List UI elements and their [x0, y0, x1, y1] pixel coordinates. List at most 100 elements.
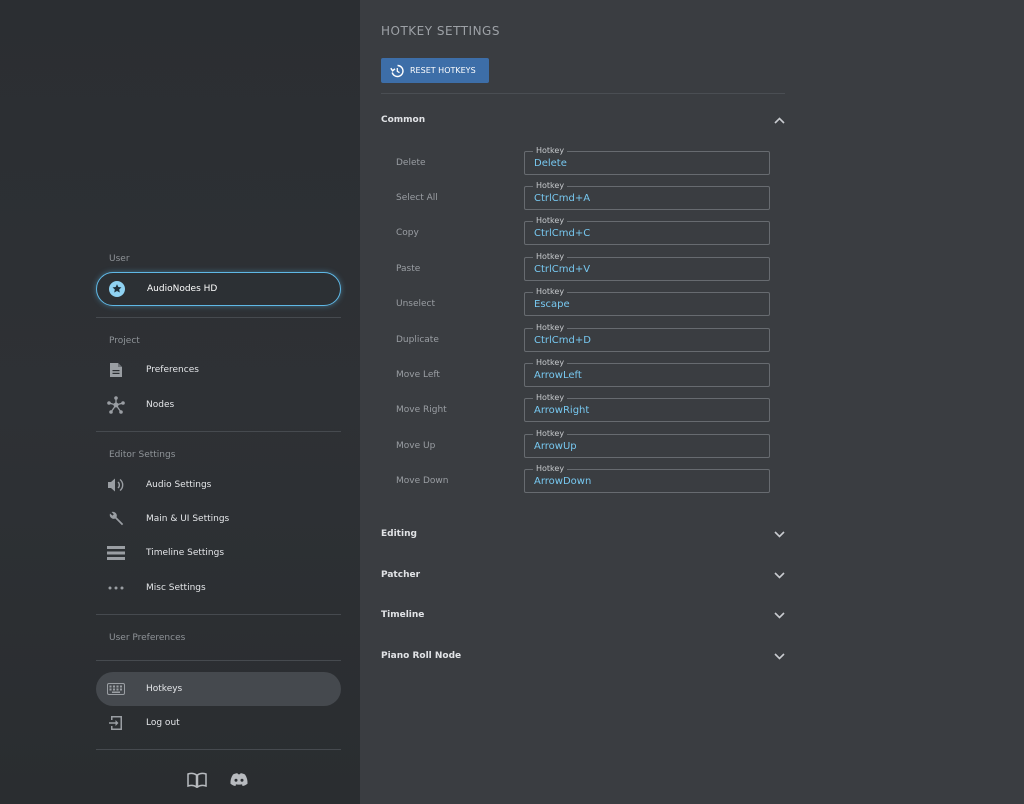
hotkey-input[interactable]: Hotkey ArrowLeft: [524, 358, 770, 387]
hotkey-input[interactable]: Hotkey Escape: [524, 287, 770, 316]
star-badge-icon: [107, 279, 127, 299]
hotkey-value: ArrowRight: [534, 405, 590, 416]
divider: [96, 749, 341, 750]
hotkey-label: Unselect: [396, 299, 436, 309]
hotkey-label: Move Left: [396, 370, 440, 380]
reset-hotkeys-label: RESET HOTKEYS: [410, 66, 476, 75]
hotkey-field-legend: Hotkey: [533, 323, 568, 333]
sidebar-item-hotkeys[interactable]: Hotkeys: [96, 672, 341, 706]
sidebar-item-label: Preferences: [146, 365, 199, 375]
history-icon: [390, 64, 404, 78]
sidebar-item-main-ui-settings[interactable]: Main & UI Settings: [96, 502, 341, 536]
wrench-icon: [106, 509, 126, 529]
sidebar-item-timeline-settings[interactable]: Timeline Settings: [96, 536, 341, 570]
hotkey-row-move-down: Move Down Hotkey ArrowDown: [396, 464, 772, 494]
hotkey-value: ArrowUp: [534, 441, 577, 452]
page-title: HOTKEY SETTINGS: [381, 24, 500, 38]
sidebar-item-misc-settings[interactable]: Misc Settings: [96, 571, 341, 605]
section-header-timeline[interactable]: Timeline: [381, 605, 785, 625]
hotkey-field-legend: Hotkey: [533, 287, 568, 297]
hotkey-field-legend: Hotkey: [533, 464, 568, 474]
section-title: Patcher: [381, 570, 421, 580]
divider: [96, 317, 341, 318]
logout-icon: [106, 713, 126, 733]
sidebar-item-log-out[interactable]: Log out: [96, 706, 341, 740]
hotkey-input[interactable]: Hotkey CtrlCmd+D: [524, 323, 770, 352]
hotkey-field-legend: Hotkey: [533, 252, 568, 262]
chevron-up-icon: [773, 114, 785, 126]
hotkey-input[interactable]: Hotkey Delete: [524, 146, 770, 175]
section-title: Timeline: [381, 610, 425, 620]
sidebar-item-label: Log out: [146, 718, 180, 728]
hotkey-value: Escape: [534, 299, 570, 310]
section-label-user-preferences: User Preferences: [109, 633, 186, 643]
main-panel: HOTKEY SETTINGS RESET HOTKEYS Common Del…: [360, 0, 1024, 804]
hotkey-value: CtrlCmd+A: [534, 193, 591, 204]
nodes-icon: [106, 395, 126, 415]
hotkey-field-legend: Hotkey: [533, 393, 568, 403]
sidebar-item-nodes[interactable]: Nodes: [96, 388, 341, 422]
section-header-common[interactable]: Common: [381, 110, 785, 130]
list-icon: [106, 543, 126, 563]
section-title: Common: [381, 115, 426, 125]
divider: [381, 93, 785, 94]
hotkey-input[interactable]: Hotkey ArrowUp: [524, 429, 770, 458]
sidebar-item-preferences[interactable]: Preferences: [96, 353, 341, 387]
hotkey-label: Move Up: [396, 441, 436, 451]
hotkey-label: Duplicate: [396, 335, 439, 345]
hotkey-label: Move Down: [396, 476, 449, 486]
hotkey-value: Delete: [534, 158, 567, 169]
hotkey-label: Move Right: [396, 405, 447, 415]
hotkey-row-duplicate: Duplicate Hotkey CtrlCmd+D: [396, 323, 772, 353]
sidebar-item-label: Audio Settings: [146, 480, 212, 490]
hotkey-input[interactable]: Hotkey CtrlCmd+C: [524, 216, 770, 245]
hotkey-input[interactable]: Hotkey CtrlCmd+A: [524, 181, 770, 210]
hotkey-field-legend: Hotkey: [533, 429, 568, 439]
book-icon[interactable]: [187, 770, 207, 790]
hotkey-value: CtrlCmd+C: [534, 228, 591, 239]
hotkey-input[interactable]: Hotkey ArrowRight: [524, 393, 770, 422]
hotkey-row-paste: Paste Hotkey CtrlCmd+V: [396, 252, 772, 282]
section-label-editor-settings: Editor Settings: [109, 450, 176, 460]
hotkey-row-delete: Delete Hotkey Delete: [396, 146, 772, 176]
sidebar-item-user-profile[interactable]: AudioNodes HD: [96, 272, 341, 306]
hotkey-row-move-right: Move Right Hotkey ArrowRight: [396, 393, 772, 423]
hotkey-row-unselect: Unselect Hotkey Escape: [396, 287, 772, 317]
hotkey-row-move-up: Move Up Hotkey ArrowUp: [396, 429, 772, 459]
section-title: Piano Roll Node: [381, 651, 462, 661]
divider: [96, 614, 341, 615]
hotkey-input[interactable]: Hotkey CtrlCmd+V: [524, 252, 770, 281]
chevron-down-icon: [773, 650, 785, 662]
chevron-down-icon: [773, 609, 785, 621]
sidebar-item-audio-settings[interactable]: Audio Settings: [96, 468, 341, 502]
divider: [96, 660, 341, 661]
sidebar-item-label: Hotkeys: [146, 684, 183, 694]
discord-icon[interactable]: [229, 770, 249, 790]
section-header-piano-roll-node[interactable]: Piano Roll Node: [381, 646, 785, 666]
section-title: Editing: [381, 529, 417, 539]
divider: [96, 431, 341, 432]
reset-hotkeys-button[interactable]: RESET HOTKEYS: [381, 58, 489, 83]
sidebar-item-label: AudioNodes HD: [147, 284, 218, 294]
hotkey-label: Delete: [396, 158, 426, 168]
sidebar-item-label: Timeline Settings: [146, 548, 225, 558]
hotkey-input[interactable]: Hotkey ArrowDown: [524, 464, 770, 493]
hotkey-field-legend: Hotkey: [533, 181, 568, 191]
more-horizontal-icon: [106, 578, 126, 598]
hotkey-label: Copy: [396, 228, 419, 238]
hotkey-row-select-all: Select All Hotkey CtrlCmd+A: [396, 181, 772, 211]
section-header-patcher[interactable]: Patcher: [381, 565, 785, 585]
chevron-down-icon: [773, 528, 785, 540]
speaker-icon: [106, 475, 126, 495]
hotkey-field-legend: Hotkey: [533, 216, 568, 226]
sidebar-item-label: Nodes: [146, 400, 175, 410]
sidebar-item-label: Misc Settings: [146, 583, 206, 593]
hotkey-value: CtrlCmd+D: [534, 335, 591, 346]
hotkey-label: Select All: [396, 193, 438, 203]
hotkey-value: ArrowLeft: [534, 370, 582, 381]
hotkey-value: ArrowDown: [534, 476, 592, 487]
hotkey-label: Paste: [396, 264, 421, 274]
keyboard-icon: [106, 679, 126, 699]
hotkey-row-move-left: Move Left Hotkey ArrowLeft: [396, 358, 772, 388]
section-header-editing[interactable]: Editing: [381, 524, 785, 544]
